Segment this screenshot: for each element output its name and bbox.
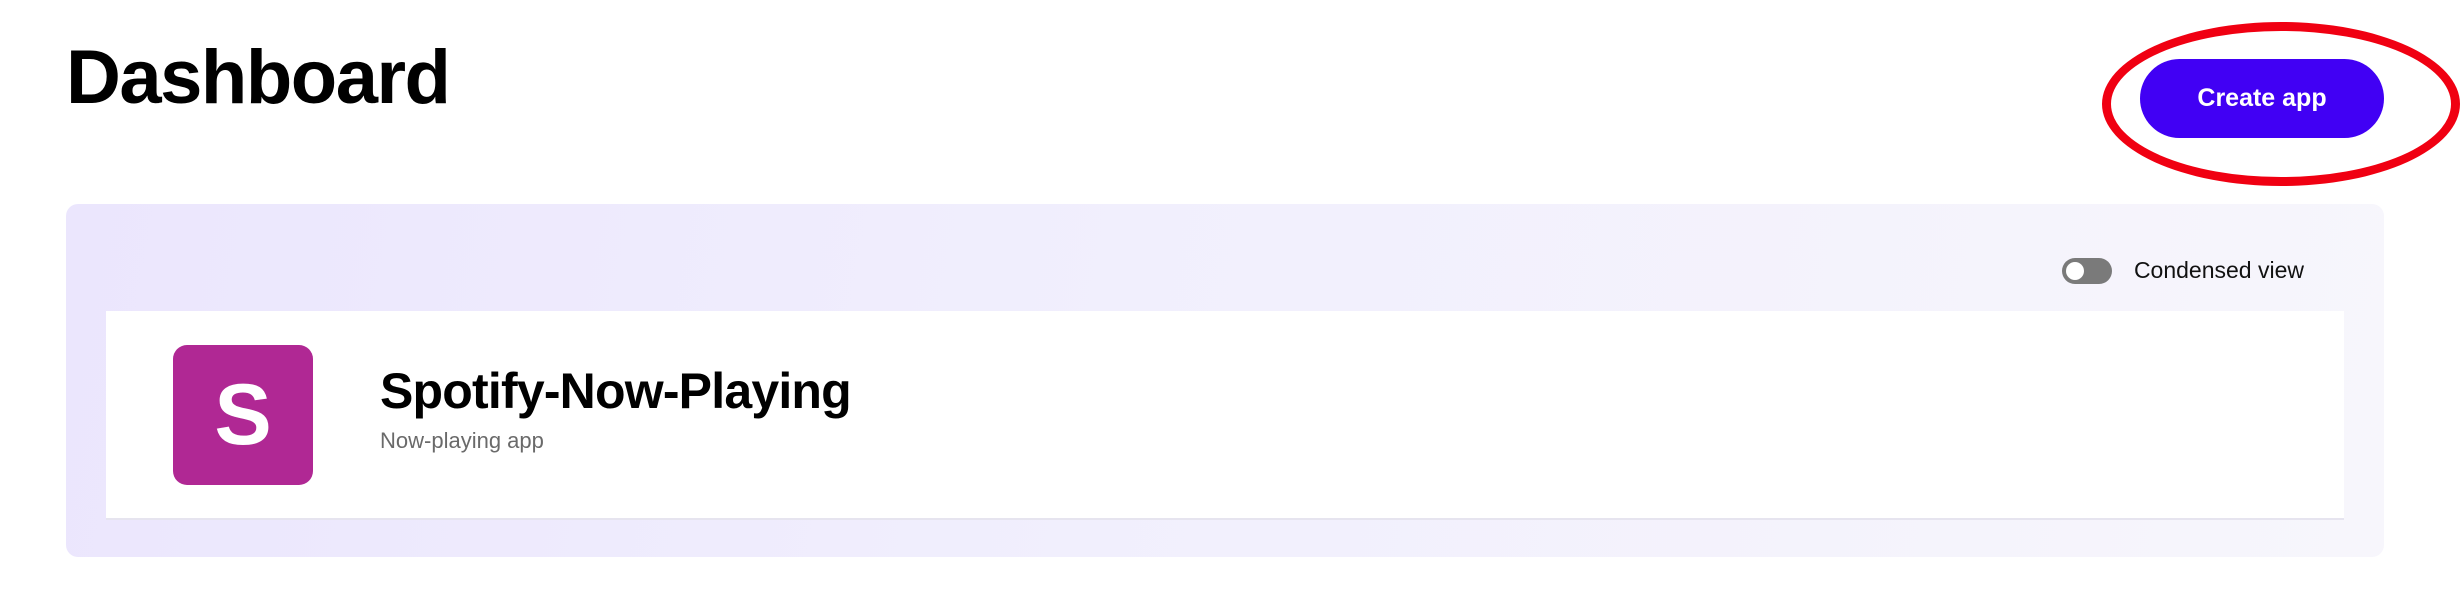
app-description: Now-playing app — [380, 428, 544, 453]
apps-panel: Condensed view S Spotify-Now-Playing Now… — [66, 204, 2384, 557]
page-title: Dashboard — [66, 35, 451, 120]
app-card[interactable]: S Spotify-Now-Playing Now-playing app — [106, 311, 2344, 520]
app-avatar: S — [173, 345, 313, 485]
toggle-switch[interactable] — [2061, 257, 2112, 284]
toggle-knob — [2065, 261, 2084, 280]
condensed-view-label: Condensed view — [2133, 257, 2304, 283]
condensed-view-toggle[interactable]: Condensed view — [2061, 257, 2304, 284]
create-app-area: Create app — [2098, 18, 2462, 186]
app-name[interactable]: Spotify-Now-Playing — [380, 359, 852, 423]
create-app-button[interactable]: Create app — [2140, 59, 2384, 138]
